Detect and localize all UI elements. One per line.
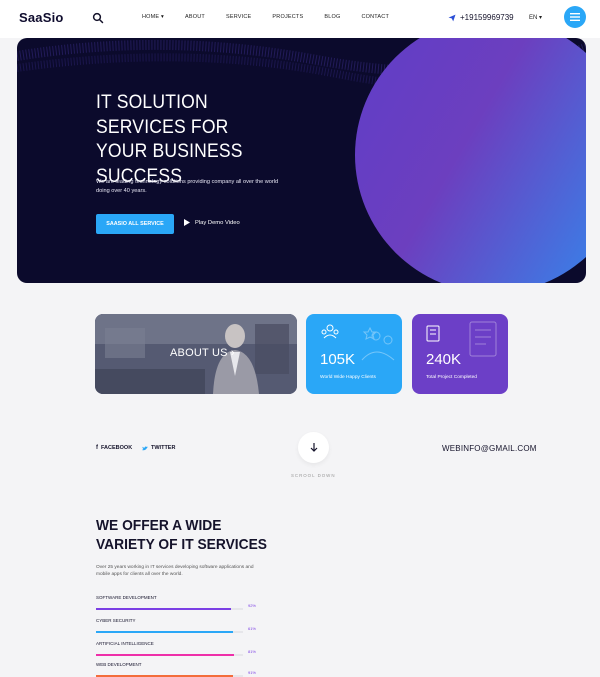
menu-button[interactable] xyxy=(564,6,586,28)
language-select[interactable]: EN ▾ xyxy=(529,14,542,21)
skill-name: CYBER SECURITY xyxy=(96,618,136,623)
email-link[interactable]: WEBINFO@GMAIL.COM xyxy=(442,444,537,453)
search-icon[interactable] xyxy=(92,12,104,24)
services-description: Over 25 years working in IT services dev… xyxy=(96,565,254,577)
skill-name: ARTIFICIAL INTELLIGENCE xyxy=(96,641,154,646)
projects-label: Total Project Completed xyxy=(426,375,477,380)
skill-fill xyxy=(96,654,235,656)
facebook-link[interactable]: f FACEBOOK xyxy=(96,445,132,451)
nav-contact[interactable]: CONTACT xyxy=(361,14,389,20)
phone-link[interactable]: +19159969739 xyxy=(448,13,514,22)
hamburger-icon xyxy=(570,13,580,21)
nav-service[interactable]: SERVICE xyxy=(226,14,251,20)
skill-fill xyxy=(96,631,233,633)
about-us-card[interactable]: ABOUT US › xyxy=(95,314,297,394)
hero-description: We are leading technology solutions prov… xyxy=(96,179,279,194)
about-us-label: ABOUT US › xyxy=(170,347,235,359)
skill-percent: 81% xyxy=(247,649,256,654)
play-icon xyxy=(184,219,190,226)
language-label: EN xyxy=(529,15,538,21)
scroll-down-button[interactable] xyxy=(298,432,329,463)
send-icon xyxy=(448,14,456,21)
skill-track xyxy=(96,654,243,656)
scroll-down-label: SCROOL DOWN xyxy=(291,473,336,478)
hero-banner: IT SOLUTION SERVICES FOR YOUR BUSINESS S… xyxy=(17,38,586,283)
clients-count: 105K xyxy=(320,351,356,368)
skill-name: WEB DEVELOPMENT xyxy=(96,662,142,667)
site-logo[interactable]: SaaSio xyxy=(19,10,64,25)
twitter-link[interactable]: TWITTER xyxy=(142,445,175,451)
skill-percent: 91% xyxy=(247,670,256,675)
skill-software-development: SOFTWARE DEVELOPMENT 92% xyxy=(96,595,256,610)
skill-percent: 92% xyxy=(247,603,256,608)
skill-web-development: WEB DEVELOPMENT 91% xyxy=(96,662,256,677)
nav-about[interactable]: ABOUT xyxy=(185,14,205,20)
services-title: WE OFFER A WIDE VARIETY OF IT SERVICES xyxy=(96,517,268,553)
hero-title: IT SOLUTION SERVICES FOR YOUR BUSINESS S… xyxy=(96,91,243,187)
skill-track xyxy=(96,608,243,610)
phone-number: +19159969739 xyxy=(460,13,514,22)
facebook-icon: f xyxy=(96,445,98,451)
skill-track xyxy=(96,631,243,633)
skill-artificial-intelligence: ARTIFICIAL INTELLIGENCE 81% xyxy=(96,641,256,656)
nav-projects[interactable]: PROJECTS xyxy=(272,14,303,20)
site-header: SaaSio HOME ▾ ABOUT SERVICE PROJECTS BLO… xyxy=(0,0,600,38)
projects-count: 240K xyxy=(426,351,462,368)
gradient-circle-decoration xyxy=(355,38,586,283)
main-nav: HOME ▾ ABOUT SERVICE PROJECTS BLOG CONTA… xyxy=(142,14,410,20)
nav-home-label: HOME xyxy=(142,14,160,20)
facebook-label: FACEBOOK xyxy=(101,445,133,451)
projects-completed-card: 240K Total Project Completed xyxy=(412,314,508,394)
nav-home[interactable]: HOME ▾ xyxy=(142,14,164,20)
all-service-button[interactable]: SAASIO ALL SERVICE xyxy=(96,214,174,234)
play-demo-video-link[interactable]: Play Demo Video xyxy=(184,219,240,226)
clients-label: World Wide Happy Clients xyxy=(320,375,376,380)
skill-percent: 61% xyxy=(247,626,256,631)
twitter-icon xyxy=(142,445,148,450)
nav-blog[interactable]: BLOG xyxy=(324,14,340,20)
arrow-down-icon xyxy=(310,443,317,452)
twitter-label: TWITTER xyxy=(151,445,176,451)
skill-fill xyxy=(96,608,232,610)
happy-clients-card: 105K World Wide Happy Clients xyxy=(306,314,402,394)
skill-name: SOFTWARE DEVELOPMENT xyxy=(96,595,157,600)
play-demo-label: Play Demo Video xyxy=(195,219,240,226)
about-us-text: ABOUT US xyxy=(170,347,228,359)
skill-cyber-security: CYBER SECURITY 61% xyxy=(96,618,256,633)
